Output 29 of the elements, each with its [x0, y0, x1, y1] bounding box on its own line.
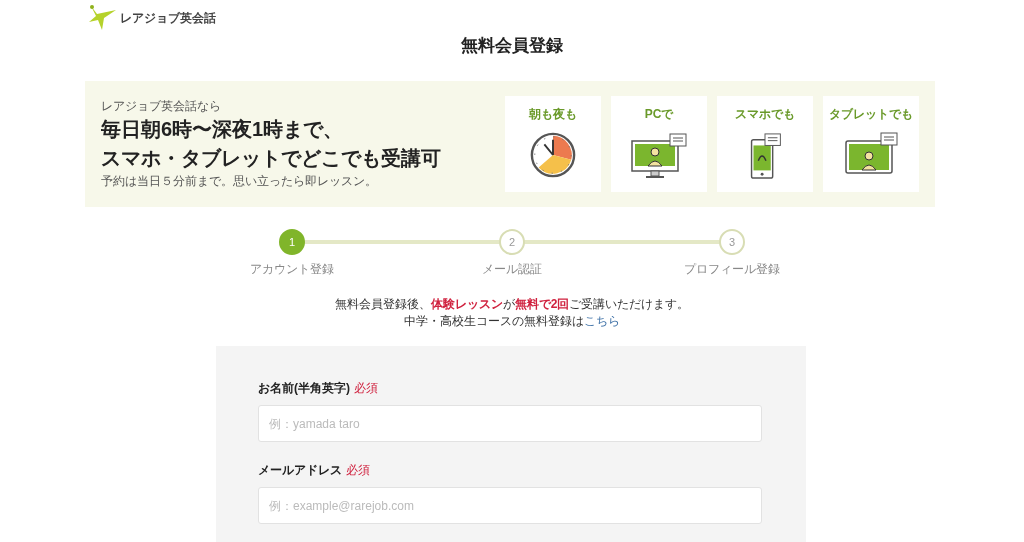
step-label: プロフィール登録: [684, 261, 780, 278]
banner-headline: スマホ・タブレットでどこでも受講可: [101, 146, 441, 171]
info-text: 無料会員登録後、体験レッスンが無料で2回ご受講いただけます。: [334, 296, 690, 313]
monitor-icon: [629, 131, 689, 181]
required-tag: 必須: [354, 380, 378, 397]
step-label: メール認証: [482, 261, 542, 278]
input-field[interactable]: 例：example@rarejob.com: [258, 487, 762, 524]
card-label: 朝も夜も: [529, 106, 577, 123]
card-label: スマホでも: [735, 106, 795, 123]
step-circle: 1: [279, 229, 305, 255]
required-tag: 必須: [346, 462, 370, 479]
logo-icon: [88, 4, 118, 32]
step-circle: 2: [499, 229, 525, 255]
logo-text[interactable]: レアジョブ英会話: [120, 9, 216, 27]
banner-headline: 毎日朝6時〜深夜1時まで、: [101, 117, 345, 142]
field-label: メールアドレス: [258, 462, 342, 479]
page-title: 無料会員登録: [460, 35, 564, 57]
tablet-icon: [843, 131, 899, 175]
card-label: PCで: [644, 106, 674, 123]
input-field[interactable]: 例：yamada taro: [258, 405, 762, 442]
junior-course-text: 中学・高校生コースの無料登録は: [404, 313, 584, 330]
banner-eyebrow: レアジョブ英会話なら: [101, 98, 222, 115]
clock-icon: [529, 131, 577, 179]
banner-note: 予約は当日５分前まで。思い立ったら即レッスン。: [101, 173, 378, 190]
card-label: タブレットでも: [829, 106, 913, 123]
step-circle: 3: [719, 229, 745, 255]
junior-course-link[interactable]: こちら: [584, 313, 620, 330]
step-label: アカウント登録: [250, 261, 334, 278]
field-label: お名前(半角英字): [258, 380, 350, 397]
